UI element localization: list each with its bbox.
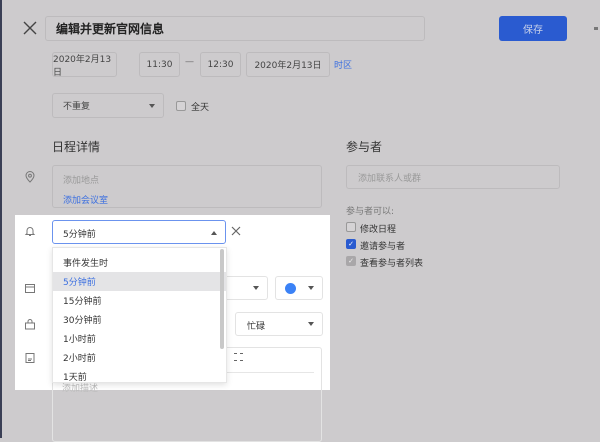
- dropdown-scrollbar[interactable]: [220, 249, 224, 349]
- end-date-field[interactable]: 2020年2月13日: [246, 52, 330, 77]
- reminder-option[interactable]: 1小时前: [53, 329, 226, 348]
- bell-icon: [24, 227, 36, 236]
- permission-edit-label: 修改日程: [360, 225, 397, 235]
- end-time-field[interactable]: 12:30: [200, 52, 241, 77]
- location-placeholder: 添加地点: [63, 176, 100, 186]
- close-icon: [23, 21, 37, 35]
- close-button[interactable]: [22, 20, 38, 36]
- reminder-option[interactable]: 15分钟前: [53, 291, 226, 310]
- left-edge-bar: [0, 0, 2, 438]
- reminder-value: 5分钟前: [63, 230, 96, 240]
- description-toolbar-divider: [225, 372, 314, 373]
- save-button[interactable]: 保存: [499, 16, 567, 41]
- chevron-down-icon: [149, 103, 155, 108]
- description-icon: [25, 353, 35, 363]
- reminder-option[interactable]: 2小时前: [53, 348, 226, 367]
- details-heading: 日程详情: [52, 140, 101, 154]
- timezone-link[interactable]: 时区: [334, 58, 352, 71]
- remove-reminder-button[interactable]: [231, 226, 241, 239]
- reminder-dropdown: 事件发生时 5分钟前 15分钟前 30分钟前 1小时前 2小时前 1天前: [52, 247, 227, 383]
- all-day-label: 全天: [191, 103, 210, 113]
- title-input[interactable]: 编辑并更新官网信息: [45, 16, 425, 41]
- busy-value: 忙碌: [247, 322, 266, 332]
- calendar-icon: [25, 284, 35, 293]
- lock-icon: [25, 319, 35, 330]
- permission-invite-label: 邀请参与者: [360, 242, 406, 252]
- list-format-icon[interactable]: [234, 353, 243, 361]
- color-select[interactable]: [275, 276, 323, 300]
- chevron-up-icon: [211, 231, 217, 235]
- chevron-down-icon: [308, 286, 314, 290]
- title-text: 编辑并更新官网信息: [56, 22, 165, 36]
- location-box[interactable]: 添加地点 添加会议室: [52, 165, 322, 208]
- attendees-heading: 参与者: [346, 140, 383, 154]
- permission-invite-checkbox[interactable]: ✓: [346, 239, 356, 249]
- repeat-select[interactable]: 不重复: [52, 93, 164, 118]
- chevron-down-icon: [253, 286, 259, 290]
- time-separator: —: [185, 57, 194, 67]
- start-date-field[interactable]: 2020年2月13日: [52, 52, 117, 78]
- reminder-select[interactable]: 5分钟前: [52, 220, 226, 244]
- location-icon: [25, 171, 35, 183]
- reminder-option[interactable]: 1天前: [53, 367, 226, 382]
- busy-select[interactable]: 忙碌: [235, 312, 323, 336]
- reminder-option[interactable]: 事件发生时: [53, 253, 226, 272]
- repeat-value: 不重复: [63, 102, 91, 112]
- permissions-label: 参与者可以:: [346, 207, 395, 217]
- chevron-down-icon: [308, 322, 314, 326]
- color-dot: [285, 283, 296, 294]
- reminder-option[interactable]: 30分钟前: [53, 310, 226, 329]
- permission-view-checkbox[interactable]: ✓: [346, 256, 356, 266]
- all-day-checkbox[interactable]: [176, 101, 186, 111]
- reminder-option-selected[interactable]: 5分钟前: [53, 272, 226, 291]
- attendee-input[interactable]: 添加联系人或群: [346, 165, 560, 189]
- close-icon: [231, 226, 241, 236]
- add-room-link[interactable]: 添加会议室: [63, 193, 311, 206]
- start-time-field[interactable]: 11:30: [139, 52, 180, 77]
- permission-view-label: 查看参与者列表: [360, 259, 424, 269]
- permission-edit-checkbox[interactable]: [346, 222, 356, 232]
- more-dot: [594, 27, 598, 30]
